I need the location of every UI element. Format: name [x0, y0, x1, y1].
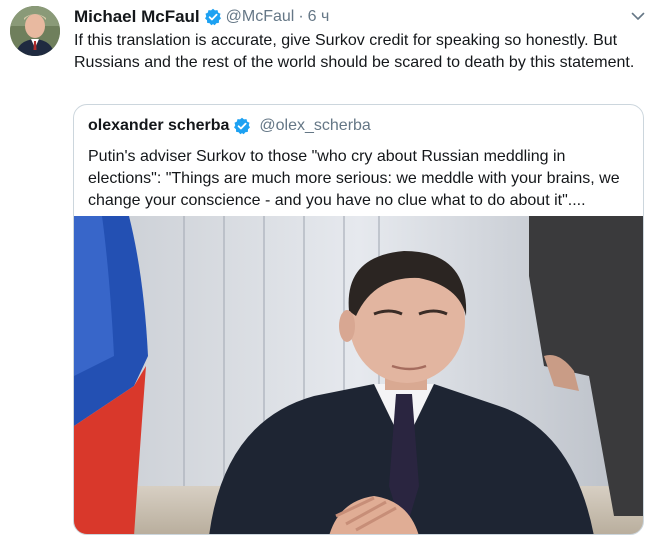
- author-name[interactable]: Michael McFaul: [74, 7, 200, 27]
- separator-dot: ·: [298, 8, 304, 25]
- author-handle[interactable]: @McFaul: [226, 8, 295, 26]
- quoted-tweet[interactable]: olexander scherba @olex_scherba Putin's …: [73, 104, 644, 535]
- quoted-tweet-header: olexander scherba @olex_scherba: [88, 117, 371, 135]
- quoted-tweet-text: Putin's adviser Surkov to those "who cry…: [88, 148, 620, 209]
- tweet-text: If this translation is accurate, give Su…: [74, 32, 635, 71]
- tweet-header: Michael McFaul @McFaul · 6 ч: [74, 6, 329, 28]
- avatar[interactable]: [10, 6, 60, 56]
- quoted-tweet-photo[interactable]: [74, 216, 643, 534]
- chevron-down-icon[interactable]: [631, 9, 645, 23]
- quoted-author-name: olexander scherba: [88, 117, 230, 134]
- verified-badge-icon: [233, 117, 251, 135]
- verified-badge-icon: [204, 8, 222, 26]
- quoted-author-handle: @olex_scherba: [259, 117, 371, 134]
- tweet[interactable]: Michael McFaul @McFaul · 6 ч If this tra…: [0, 0, 667, 542]
- timestamp[interactable]: 6 ч: [308, 8, 330, 26]
